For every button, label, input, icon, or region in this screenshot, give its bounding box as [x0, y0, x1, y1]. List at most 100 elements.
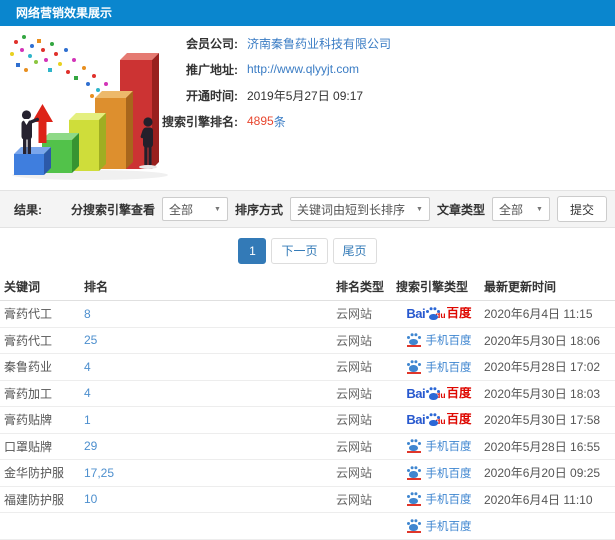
engine-rank-unit: 条: [273, 114, 286, 129]
mobile-baidu-label: 手机百度: [425, 441, 472, 454]
table-row: 金华防护服 17,25 云网站 Baidu百度 手机百度 2020年6月20日 …: [0, 460, 615, 487]
table-row: 膏药代工 25 云网站 Baidu百度 手机百度 2020年5月30日 18:0…: [0, 328, 615, 354]
table-row: 膏药加工 4 云网站 Baidu百度 手机百度 2020年5月30日 18:03: [0, 381, 615, 407]
rank-type-cell: 云网站: [336, 360, 373, 375]
mobile-baidu-label: 手机百度: [425, 467, 472, 480]
updated-cell: 2020年5月30日 17:58: [484, 413, 601, 428]
article-type-select[interactable]: 全部 ▼: [491, 197, 550, 221]
keyword-cell: 膏药代工: [4, 333, 53, 348]
growth-chart-illustration: [10, 35, 168, 180]
keyword-cell: 膏药代工: [4, 307, 53, 322]
mobile-baidu-badge: 手机百度: [406, 491, 472, 507]
mobile-baidu-paw-icon: [406, 360, 421, 374]
updated-cell: 2020年5月30日 18:06: [484, 333, 601, 348]
mobile-baidu-badge: 手机百度: [406, 332, 472, 348]
baidu-cn-text: 百度: [446, 307, 472, 321]
ranking-table: 关键词 排名 排名类型 搜索引擎类型 最新更新时间 膏药代工 8 云网站 Bai…: [0, 272, 615, 540]
sort-select[interactable]: 关键词由短到长排序 ▼: [289, 197, 430, 221]
table-row: 膏药代工 8 云网站 Baidu百度 手机百度 2020年6月4日 11:15: [0, 301, 615, 328]
baidu-logo-text: Bai: [406, 307, 426, 321]
pagination: 1 下一页 尾页: [0, 238, 615, 264]
rank-type-cell: 云网站: [336, 307, 373, 322]
rank-cell[interactable]: 25: [84, 333, 336, 347]
info-row-company: 会员公司: 济南秦鲁药业科技有限公司: [152, 30, 612, 56]
table-header-row: 关键词 排名 排名类型 搜索引擎类型 最新更新时间: [0, 272, 615, 301]
updated-cell: 2020年6月4日 11:15: [484, 307, 593, 322]
rank-type-cell: 云网站: [336, 413, 373, 428]
promo-url-link[interactable]: http://www.qlyyjt.com: [247, 62, 359, 76]
rank-cell[interactable]: 4: [84, 386, 336, 400]
baidu-logo: Bai du 百度: [406, 307, 472, 321]
mobile-baidu-badge: 手机百度: [406, 359, 472, 375]
engine-cell: Baidu百度 手机百度: [394, 307, 484, 321]
rank-type-cell: 云网站: [336, 466, 373, 481]
header-rank-type: 排名类型: [336, 279, 385, 294]
mobile-baidu-paw-icon: [406, 519, 421, 533]
keyword-cell: 福建防护服: [4, 492, 65, 507]
mobile-baidu-label: 手机百度: [425, 520, 472, 533]
last-page-button[interactable]: 尾页: [332, 238, 377, 264]
title-bar: 网络营销效果展示: [0, 0, 615, 26]
mobile-baidu-paw-icon: [406, 466, 421, 480]
engine-cell: Baidu百度 手机百度: [394, 438, 484, 454]
baidu-logo-text: Bai: [406, 386, 426, 400]
keyword-cell: 金华防护服: [4, 466, 65, 481]
keyword-cell: 膏药加工: [4, 386, 53, 401]
engine-cell: Baidu百度 手机百度: [394, 491, 484, 507]
open-time-label: 开通时间:: [186, 88, 238, 103]
engine-cell: Baidu百度 手机百度: [394, 465, 484, 481]
submit-button[interactable]: 提交: [556, 196, 607, 222]
engine-cell: Baidu百度 手机百度: [394, 359, 484, 375]
rank-cell[interactable]: 1: [84, 413, 336, 427]
chevron-down-icon: ▼: [536, 205, 543, 213]
baidu-cn-text: 百度: [446, 386, 472, 400]
mobile-baidu-label: 手机百度: [425, 335, 472, 348]
engine-cell: Baidu百度 手机百度: [394, 387, 484, 400]
baidu-paw-icon: [426, 387, 440, 400]
bar-blue: [14, 147, 51, 175]
table-row: 膏药贴牌 1 云网站 Baidu百度 手机百度 2020年5月30日 17:58: [0, 407, 615, 434]
mobile-baidu-paw-icon: [406, 333, 421, 348]
company-name-link[interactable]: 济南秦鲁药业科技有限公司: [247, 35, 391, 52]
info-row-opened: 开通时间: 2019年5月27日 09:17: [152, 82, 612, 108]
rank-cell[interactable]: 8: [84, 307, 336, 321]
rank-cell[interactable]: 4: [84, 360, 336, 374]
updated-cell: 2020年6月4日 11:10: [484, 492, 593, 507]
mobile-baidu-badge: 手机百度: [406, 465, 472, 481]
results-label: 结果:: [14, 202, 42, 217]
baidu-logo: Bai du 百度: [406, 413, 472, 427]
keyword-cell: 膏药贴牌: [4, 413, 53, 428]
article-type-value: 全部: [498, 202, 523, 217]
rank-cell[interactable]: 29: [84, 439, 336, 453]
rank-type-cell: 云网站: [336, 386, 373, 401]
engine-view-label: 分搜索引擎查看: [70, 202, 155, 217]
open-time-value: 2019年5月27日 09:17: [247, 88, 364, 103]
baidu-logo: Bai du 百度: [406, 386, 472, 400]
updated-cell: 2020年6月20日 09:25: [484, 466, 601, 481]
article-type-label: 文章类型: [436, 202, 485, 217]
confetti-dots: [10, 35, 114, 102]
header-keyword: 关键词: [4, 279, 41, 294]
updated-cell: 2020年5月28日 17:02: [484, 360, 601, 375]
engine-filter-select[interactable]: 全部 ▼: [161, 197, 228, 221]
rank-type-cell: 云网站: [336, 439, 373, 454]
mobile-baidu-label: 手机百度: [425, 494, 472, 507]
chevron-down-icon: ▼: [214, 205, 221, 213]
mobile-baidu-paw-icon: [406, 492, 421, 507]
next-page-button[interactable]: 下一页: [271, 238, 328, 264]
engine-rank-label: 搜索引擎排名:: [162, 114, 238, 129]
mobile-baidu-label: 手机百度: [425, 361, 472, 374]
updated-cell: 2020年5月30日 18:03: [484, 386, 601, 401]
page-1-button[interactable]: 1: [238, 238, 267, 264]
updated-cell: 2020年5月28日 16:55: [484, 439, 601, 454]
baidu-logo-text: Bai: [406, 413, 426, 427]
chevron-down-icon: ▼: [416, 205, 423, 213]
rank-cell[interactable]: 10: [84, 492, 336, 506]
mobile-baidu-paw-icon: [406, 439, 421, 454]
rank-type-cell: 云网站: [336, 333, 373, 348]
promo-url-label: 推广地址:: [186, 62, 238, 77]
filter-bar: 结果: 分搜索引擎查看 全部 ▼ 排序方式 关键词由短到长排序 ▼ 文章类型 全…: [0, 190, 615, 228]
engine-rank-count: 4895: [247, 114, 274, 128]
baidu-cn-text: 百度: [446, 413, 472, 427]
rank-cell[interactable]: 17,25: [84, 466, 336, 480]
